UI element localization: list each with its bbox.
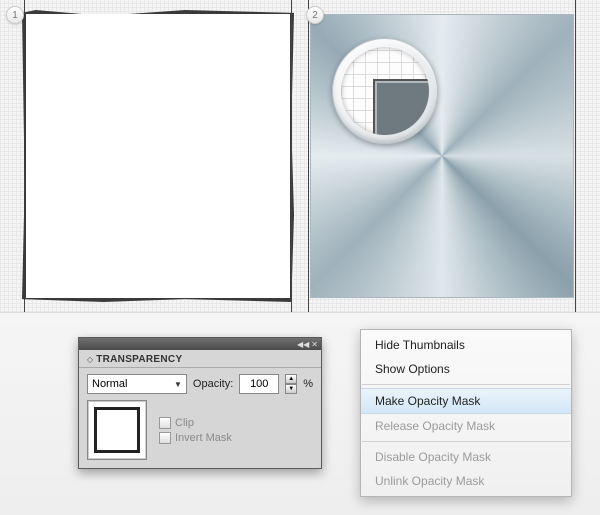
artboard-2: 2 [300, 0, 600, 312]
percent-label: % [303, 378, 313, 390]
checkbox-icon [159, 432, 171, 444]
step-up-icon[interactable]: ▲ [285, 374, 297, 384]
menu-make-opacity-mask[interactable]: Make Opacity Mask [361, 388, 571, 414]
menu-show-options[interactable]: Show Options [361, 357, 571, 381]
step-down-icon[interactable]: ▼ [285, 384, 297, 394]
panel-title: TRANSPARENCY [96, 354, 182, 365]
menu-disable-opacity-mask: Disable Opacity Mask [361, 445, 571, 469]
blend-mode-dropdown[interactable]: Normal ▼ [87, 374, 187, 394]
menu-separator [362, 441, 570, 442]
step-badge-1: 1 [6, 6, 24, 24]
tab-expand-icon: ◇ [87, 355, 93, 364]
close-icon[interactable]: ✕ [311, 340, 318, 349]
panel-tab[interactable]: ◇ TRANSPARENCY [79, 350, 321, 368]
menu-release-opacity-mask: Release Opacity Mask [361, 414, 571, 438]
transparency-panel: ◀◀ ✕ ◇ TRANSPARENCY Normal ▼ Opacity: 10… [78, 337, 322, 469]
invert-checkbox[interactable]: Invert Mask [159, 432, 232, 444]
blend-opacity-row: Normal ▼ Opacity: 100 ▲ ▼ % [87, 374, 313, 394]
step-badge-2: 2 [306, 6, 324, 24]
thumbnail-row: Clip Invert Mask [87, 400, 313, 460]
clip-checkbox[interactable]: Clip [159, 417, 232, 429]
chevron-down-icon: ▼ [174, 380, 182, 389]
zoom-content [341, 47, 429, 135]
panels-area: ◀◀ ✕ ◇ TRANSPARENCY Normal ▼ Opacity: 10… [0, 312, 600, 515]
opacity-input[interactable]: 100 [239, 374, 279, 394]
opacity-stepper[interactable]: ▲ ▼ [285, 374, 297, 394]
object-thumbnail[interactable] [87, 400, 147, 460]
canvas-area: 1 2 [0, 0, 600, 312]
sketch-rectangle[interactable] [26, 14, 290, 298]
artboard-1: 1 [0, 0, 300, 312]
clip-label: Clip [175, 417, 194, 429]
invert-label: Invert Mask [175, 432, 232, 444]
mask-options: Clip Invert Mask [159, 417, 232, 444]
thumbnail-preview [94, 407, 140, 453]
panel-titlebar[interactable]: ◀◀ ✕ [79, 338, 321, 350]
flyout-menu: Hide Thumbnails Show Options Make Opacit… [360, 329, 572, 497]
menu-unlink-opacity-mask: Unlink Opacity Mask [361, 469, 571, 493]
menu-separator [362, 384, 570, 385]
checkbox-icon [159, 417, 171, 429]
opacity-label: Opacity: [193, 378, 233, 390]
panel-body: Normal ▼ Opacity: 100 ▲ ▼ % Cli [79, 368, 321, 468]
collapse-icon[interactable]: ◀◀ [297, 340, 309, 349]
zoom-corner-detail [373, 79, 429, 135]
metal-texture[interactable] [310, 14, 574, 298]
zoom-lens [332, 38, 438, 144]
menu-hide-thumbnails[interactable]: Hide Thumbnails [361, 333, 571, 357]
blend-mode-value: Normal [92, 378, 127, 390]
